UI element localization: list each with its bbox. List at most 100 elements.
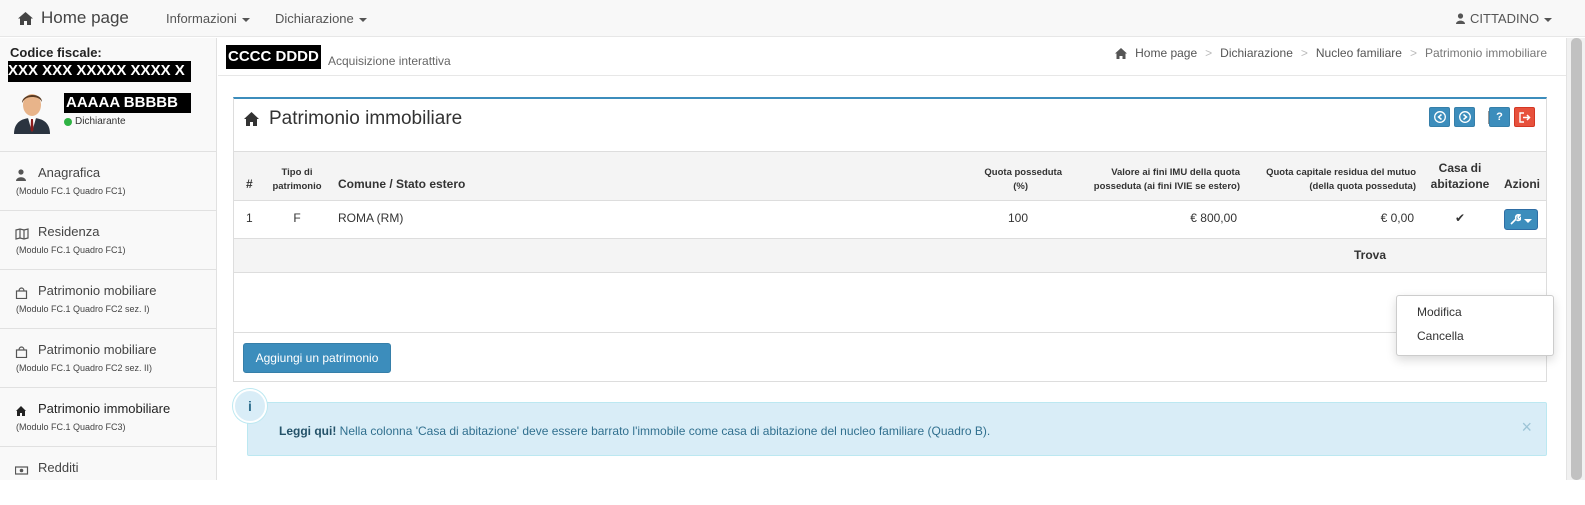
bag-icon [15,287,28,299]
col-casa: Casa di abitazione [1424,160,1496,192]
col-valore-line2: posseduta (ai fini IVIE se estero) [1093,181,1240,192]
col-quota: Quota posseduta (%) [954,166,1062,194]
user-role-label: Dichiarante [75,116,126,127]
sidebar-item-patrimonio-mobiliare-2[interactable]: Patrimonio mobiliare (Modulo FC.1 Quadro… [0,328,217,387]
sidebar-item-label: Anagrafica [38,165,101,180]
col-comune: Comune / Stato estero [338,177,466,191]
breadcrumb: Home page > Dichiarazione > Nucleo famil… [1115,46,1547,60]
col-quota-line1: Quota posseduta [984,167,1062,178]
col-valore-line1: Valore ai fini IMU della quota [1111,167,1240,178]
actions-dropdown-button[interactable] [1504,209,1538,230]
col-casa-line1: Casa di [1438,161,1482,175]
page-title-name: CCCC DDDD [226,45,321,69]
sidebar-item-patrimonio-immobiliare[interactable]: Patrimonio immobiliare (Modulo FC.1 Quad… [0,387,217,446]
menu-informazioni[interactable]: Informazioni [166,11,250,26]
sidebar-item-label: Patrimonio immobiliare [38,401,171,416]
alert-message: Nella colonna 'Casa di abitazione' deve … [339,424,991,438]
cell-num: 1 [246,211,253,225]
sidebar-item-sub: (Modulo FC.1 Quadro FC2 sez. II) [16,363,153,373]
scrollbar-thumb[interactable] [1571,38,1582,480]
user-icon [16,169,26,181]
codice-fiscale-value: XXX XXX XXXXX XXXX X [8,61,191,82]
chevron-down-icon [1544,17,1553,22]
codice-fiscale-label: Codice fiscale: [10,45,102,60]
scrollbar[interactable] [1566,38,1585,480]
col-mutuo: Quota capitale residua del mutuo (della … [1244,166,1416,194]
breadcrumb-nucleo-familiare[interactable]: Nucleo familiare [1316,46,1402,60]
back-button[interactable] [1429,107,1450,127]
sidebar-item-label: Residenza [38,224,100,239]
col-num: # [246,177,253,191]
sidebar-item-label: Patrimonio mobiliare [38,342,157,357]
cell-quota: 100 [1007,211,1028,225]
alert-bold-label: Leggi qui! [279,424,337,438]
box-footer: Aggiungi un patrimonio [234,332,1546,382]
sidebar-item-anagrafica[interactable]: Anagrafica (Modulo FC.1 Quadro FC1) [0,151,217,210]
records-found-text: Trova [1354,248,1387,262]
breadcrumb-home[interactable]: Home page [1135,46,1197,60]
sidebar-item-sub: (Modulo FC.1 Quadro FC3) [16,422,126,432]
alert-text: Leggi qui! Nella colonna 'Casa di abitaz… [279,424,990,438]
help-button[interactable]: ? [1489,107,1510,127]
info-alert: Leggi qui! Nella colonna 'Casa di abitaz… [247,402,1547,456]
forward-button[interactable] [1454,107,1475,127]
chevron-down-icon [241,17,250,22]
table-header: # Tipo di patrimonio Comune / Stato este… [234,151,1546,201]
user-role: Dichiarante [64,116,126,127]
home-icon [1115,47,1128,59]
col-tipo-line1: Tipo di [281,167,313,178]
menu-dichiarazione[interactable]: Dichiarazione [275,11,367,26]
user-icon [1456,13,1465,24]
user-menu[interactable]: CITTADINO [1456,11,1553,26]
sign-out-icon [1518,111,1531,123]
breadcrumb-separator: > [1205,46,1213,60]
map-icon [15,228,29,240]
add-patrimonio-button[interactable]: Aggiungi un patrimonio [243,343,391,373]
page-subtitle: Acquisizione interattiva [328,54,451,68]
user-menu-label: CITTADINO [1470,11,1540,26]
menu-informazioni-label: Informazioni [166,11,237,26]
box-title-label: Patrimonio immobiliare [269,108,463,129]
col-mutuo-line1: Quota capitale residua del mutuo [1266,167,1416,178]
main-content: CCCC DDDD Acquisizione interattiva Home … [218,38,1566,480]
arrow-right-circle-icon [1458,111,1471,123]
brand-label: Home page [41,8,129,27]
user-name: AAAAA BBBBB [64,93,191,113]
breadcrumb-separator: > [1300,46,1308,60]
close-icon[interactable]: × [1521,417,1532,438]
col-mutuo-line2: (della quota posseduta) [1309,181,1416,192]
sidebar-item-redditi[interactable]: Redditi [0,446,217,505]
sidebar-item-sub: (Modulo FC.1 Quadro FC1) [16,245,126,255]
sidebar-item-residenza[interactable]: Residenza (Modulo FC.1 Quadro FC1) [0,210,217,269]
sidebar: Codice fiscale: XXX XXX XXXXX XXXX X AAA… [0,38,217,480]
breadcrumb-separator: > [1409,46,1417,60]
table-row: 1 F ROMA (RM) 100 € 800,00 € 0,00 ✔ [234,201,1546,239]
sidebar-item-label: Redditi [38,460,79,475]
question-icon: ? [1496,111,1503,123]
home-icon [18,11,33,25]
avatar [12,88,52,134]
top-navbar: Home page Informazioni Dichiarazione CIT… [0,0,1585,37]
brand-home-link[interactable]: Home page [18,8,129,28]
cell-valore: € 800,00 [1190,211,1237,225]
cell-tipo: F [293,211,301,225]
exit-button[interactable] [1514,107,1535,127]
home-icon [16,406,26,416]
patrimonio-box: Patrimonio immobiliare | ? # Tipo di pat… [233,97,1554,382]
col-tipo-line2: patrimonio [272,181,322,192]
col-valore: Valore ai fini IMU della quota posseduta… [1064,166,1240,194]
menu-item-cancella[interactable]: Cancella [1417,329,1464,343]
menu-dichiarazione-label: Dichiarazione [275,11,354,26]
sidebar-item-label: Patrimonio mobiliare [38,283,157,298]
breadcrumb-current: Patrimonio immobiliare [1424,46,1547,60]
menu-item-modifica[interactable]: Modifica [1417,305,1462,319]
chevron-down-icon [358,17,367,22]
cell-comune: ROMA (RM) [338,211,404,225]
col-azioni: Azioni [1504,177,1540,191]
sidebar-item-patrimonio-mobiliare-1[interactable]: Patrimonio mobiliare (Modulo FC.1 Quadro… [0,269,217,328]
col-tipo: Tipo di patrimonio [269,166,325,194]
table-footer: Trova [234,239,1546,273]
breadcrumb-dichiarazione[interactable]: Dichiarazione [1220,46,1293,60]
sidebar-item-sub: (Modulo FC.1 Quadro FC2 sez. I) [16,304,150,314]
arrow-left-circle-icon [1433,111,1446,123]
